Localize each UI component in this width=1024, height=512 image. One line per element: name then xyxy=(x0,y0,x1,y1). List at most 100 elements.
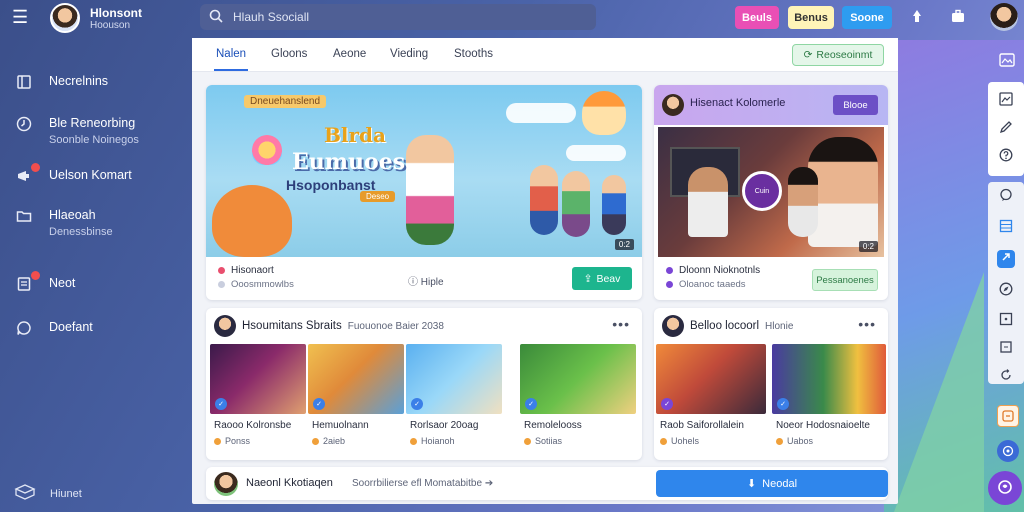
assistant-icon xyxy=(997,479,1013,498)
brand-avatar[interactable] xyxy=(50,3,80,33)
more-options-icon[interactable]: ••• xyxy=(612,316,630,332)
search-icon xyxy=(209,9,225,26)
thumbnail-image[interactable]: ✓ xyxy=(772,344,886,414)
notification-badge xyxy=(31,163,40,172)
list-item[interactable]: ✓ Rorlsaor 20oag Hoianoh xyxy=(406,344,502,458)
frame-icon[interactable] xyxy=(998,340,1014,356)
section-header: Hsoumitans Sbraits Fuouonoe Baier 2038 xyxy=(214,314,444,338)
status-dot xyxy=(660,437,667,445)
sidebar-item-1[interactable]: Ble Reneorbing Soonble Noinegos xyxy=(16,116,139,146)
download-icon: ⬇ xyxy=(746,478,757,490)
search-bar[interactable] xyxy=(200,4,596,30)
sidebar-item-0[interactable]: Necrelnins xyxy=(16,74,108,92)
thumbnail-image[interactable]: ✓ xyxy=(520,344,636,414)
support-icon[interactable] xyxy=(997,440,1019,462)
sidebar-item-2[interactable]: Uelson Komart xyxy=(16,163,132,186)
assistant-fab-button[interactable] xyxy=(988,471,1022,505)
avatar[interactable] xyxy=(662,315,684,337)
video-duration: 0:2 xyxy=(614,239,634,250)
bottom-primary-button[interactable]: ⬇ Neodal xyxy=(656,470,888,497)
avatar[interactable] xyxy=(662,94,684,116)
top-button-yellow[interactable]: Benus xyxy=(788,6,834,29)
hero-tag: Dneuehanslend xyxy=(244,95,327,108)
alert-icon[interactable] xyxy=(997,405,1019,427)
thumbnail-meta-row: Ponss xyxy=(214,436,306,446)
sidebar-footer[interactable]: Hiunet xyxy=(14,484,82,503)
thumbnail-image[interactable]: ✓ xyxy=(308,344,404,414)
search-input[interactable] xyxy=(233,10,573,24)
top-button-pink[interactable]: Beuls xyxy=(735,6,779,29)
bottom-title: Naeonl Kkotiaqen xyxy=(246,477,333,489)
tab-3[interactable]: Vieding xyxy=(390,48,428,60)
pen-icon[interactable] xyxy=(998,120,1014,136)
list-item[interactable]: ✓ Hemuolnann 2aieb xyxy=(308,344,404,458)
thumbnail-image[interactable]: ✓ xyxy=(656,344,766,414)
briefcase-icon[interactable] xyxy=(950,8,966,29)
help-icon[interactable] xyxy=(998,148,1014,164)
featured-title: Hisenact Kolomerle xyxy=(690,97,786,109)
thumbnail-meta-row: Uabos xyxy=(776,436,886,446)
thumbnail-meta-row: Sotiias xyxy=(524,436,636,446)
tab-0[interactable]: Nalen xyxy=(213,48,249,71)
thumbnail-meta: Ponss xyxy=(225,436,251,446)
featured-card[interactable]: Hisenact Kolomerle Blooe Cuin 0:2 Dloonn… xyxy=(654,85,888,300)
list-item[interactable]: ✓ Raob Saiforollalein Uohels xyxy=(656,344,768,458)
cloud-shape xyxy=(506,103,576,123)
left-sidebar: Necrelnins Ble Reneorbing Soonble Noineg… xyxy=(0,40,192,512)
top-button-blue[interactable]: Soone xyxy=(842,6,892,29)
hero-illustration[interactable]: Dneuehanslend Blrda Eumuoes Hsoponbanst … xyxy=(206,85,642,257)
status-dot xyxy=(776,437,783,445)
bottom-subtitle-row[interactable]: Soorrbilierse efl Momatabitbe ➔ xyxy=(352,478,493,489)
thumbnail-title: Remolelooss xyxy=(524,420,582,431)
square-dot-icon[interactable] xyxy=(998,312,1014,328)
top-bar: ☰ Hlonsont Hoouson Beuls Benus Soone xyxy=(0,0,1024,36)
section-card-1: Hsoumitans Sbraits Fuouonoe Baier 2038 •… xyxy=(206,308,642,460)
rocket-icon[interactable] xyxy=(908,8,926,31)
avatar[interactable] xyxy=(214,315,236,337)
featured-badge-button[interactable]: Blooe xyxy=(833,95,878,115)
tab-1[interactable]: Gloons xyxy=(271,48,307,60)
bottom-bar: Naeonl Kkotiaqen Soorrbilierse efl Momat… xyxy=(206,467,888,500)
verified-icon: ✓ xyxy=(661,398,673,410)
refresh-icon: ⟳ xyxy=(803,49,813,61)
chat-bubble-icon[interactable] xyxy=(998,188,1014,204)
hero-meta-title-row: Hisonaort xyxy=(218,265,274,276)
list-item[interactable]: ✓ Raooo Kolronsbe Ponss xyxy=(210,344,306,458)
more-options-icon[interactable]: ••• xyxy=(858,316,876,332)
list-item[interactable]: ✓ Noeor Hodosnaioelte Uabos xyxy=(772,344,886,458)
featured-action-button[interactable]: Pessanoenes xyxy=(812,269,878,291)
refresh-cycle-icon[interactable] xyxy=(998,368,1014,384)
hero-action-button[interactable]: ⇪ Beav xyxy=(572,267,632,290)
verified-icon: ✓ xyxy=(215,398,227,410)
tab-4[interactable]: Stooths xyxy=(454,48,493,60)
hamburger-menu-icon[interactable]: ☰ xyxy=(12,8,30,26)
thumbnail-title: Rorlsaor 20oag xyxy=(410,420,479,431)
tab-action-button[interactable]: ⟳ Reoseoinmt xyxy=(792,44,884,66)
thumbnail-image[interactable]: ✓ xyxy=(406,344,502,414)
folder-icon xyxy=(16,208,34,226)
tab-2[interactable]: Aeone xyxy=(333,48,366,60)
user-avatar[interactable] xyxy=(990,3,1018,31)
hero-card[interactable]: Dneuehanslend Blrda Eumuoes Hsoponbanst … xyxy=(206,85,642,300)
thumbnail-image[interactable]: ✓ xyxy=(210,344,306,414)
sidebar-item-4[interactable]: Neot xyxy=(16,271,75,294)
cartoon-character xyxy=(530,165,558,235)
picture-icon[interactable] xyxy=(998,92,1014,108)
live-ring-badge[interactable]: Cuin xyxy=(742,171,782,211)
sidebar-item-3[interactable]: Hlaeoah Denessbinse xyxy=(16,208,113,238)
avatar[interactable] xyxy=(214,472,238,496)
hero-chip: Deseo xyxy=(360,191,396,202)
location-icon[interactable] xyxy=(997,250,1015,268)
notification-badge xyxy=(31,271,40,280)
hero-mid-label: Hiple xyxy=(420,277,444,288)
status-dot xyxy=(666,267,673,274)
compass-icon[interactable] xyxy=(998,282,1014,298)
featured-meta-title: Dloonn Nioknotnls xyxy=(679,265,761,276)
image-icon[interactable] xyxy=(999,53,1015,70)
sidebar-item-5[interactable]: Doefant xyxy=(16,320,93,338)
cartoon-character xyxy=(582,91,626,135)
brand-subtitle: Hoouson xyxy=(90,20,131,31)
list-item[interactable]: ✓ Remolelooss Sotiias xyxy=(520,344,636,458)
thumbnail-meta: Uohels xyxy=(671,436,700,446)
grid-icon[interactable] xyxy=(998,219,1014,235)
